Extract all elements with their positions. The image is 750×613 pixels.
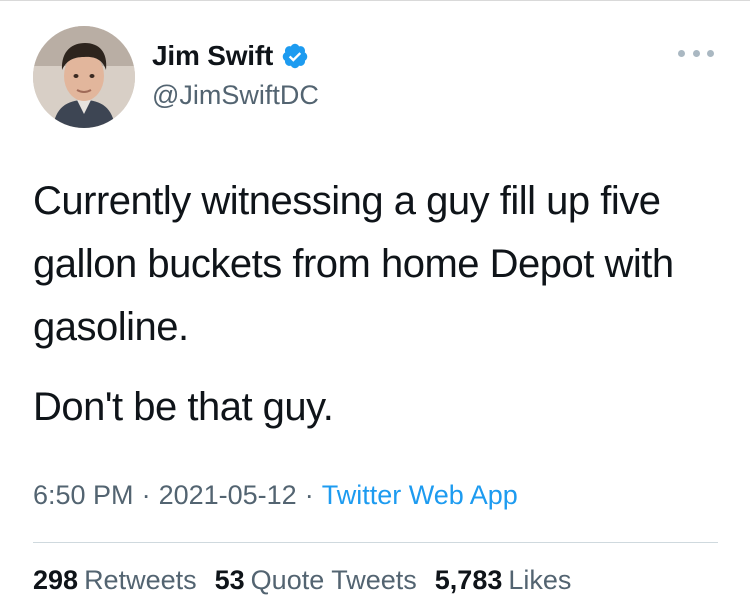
quote-tweets-count: 53 (214, 565, 245, 595)
likes-count: 5,783 (434, 565, 503, 595)
verified-badge-icon (282, 43, 308, 69)
retweets-count: 298 (33, 565, 79, 595)
stats-divider (33, 542, 718, 543)
top-divider (0, 0, 750, 1)
more-dot (692, 49, 700, 57)
tweet-paragraph: Don't be that guy. (33, 385, 334, 429)
tweet-source-link[interactable]: Twitter Web App (322, 480, 518, 510)
more-dot (678, 49, 685, 57)
author-name[interactable]: Jim Swift (152, 40, 273, 72)
author-handle[interactable]: @JimSwiftDC (152, 80, 319, 111)
tweet-stats: 298 Retweets 53 Quote Tweets 5,783 Likes (33, 565, 571, 596)
more-options-icon[interactable] (678, 46, 714, 60)
more-dot (707, 49, 714, 57)
avatar[interactable] (33, 26, 135, 128)
author-name-row[interactable]: Jim Swift (152, 40, 309, 72)
tweet-time[interactable]: 6:50 PM (33, 480, 134, 510)
tweet-meta: 6:50 PM · 2021-05-12 · Twitter Web App (33, 480, 518, 511)
meta-separator: · (141, 480, 151, 510)
tweet-text: Currently witnessing a guy fill up five … (33, 170, 733, 439)
quote-tweets-stat[interactable]: 53 Quote Tweets (215, 565, 417, 596)
tweet-paragraph: Currently witnessing a guy fill up five … (33, 179, 674, 349)
avatar-photo (33, 26, 135, 128)
likes-stat[interactable]: 5,783 Likes (435, 565, 572, 596)
meta-separator: · (304, 480, 314, 510)
likes-label: Likes (508, 565, 572, 595)
quote-tweets-label: Quote Tweets (250, 565, 417, 595)
retweets-stat[interactable]: 298 Retweets (33, 565, 197, 596)
retweets-label: Retweets (84, 565, 197, 595)
tweet-date[interactable]: 2021-05-12 (159, 480, 297, 510)
